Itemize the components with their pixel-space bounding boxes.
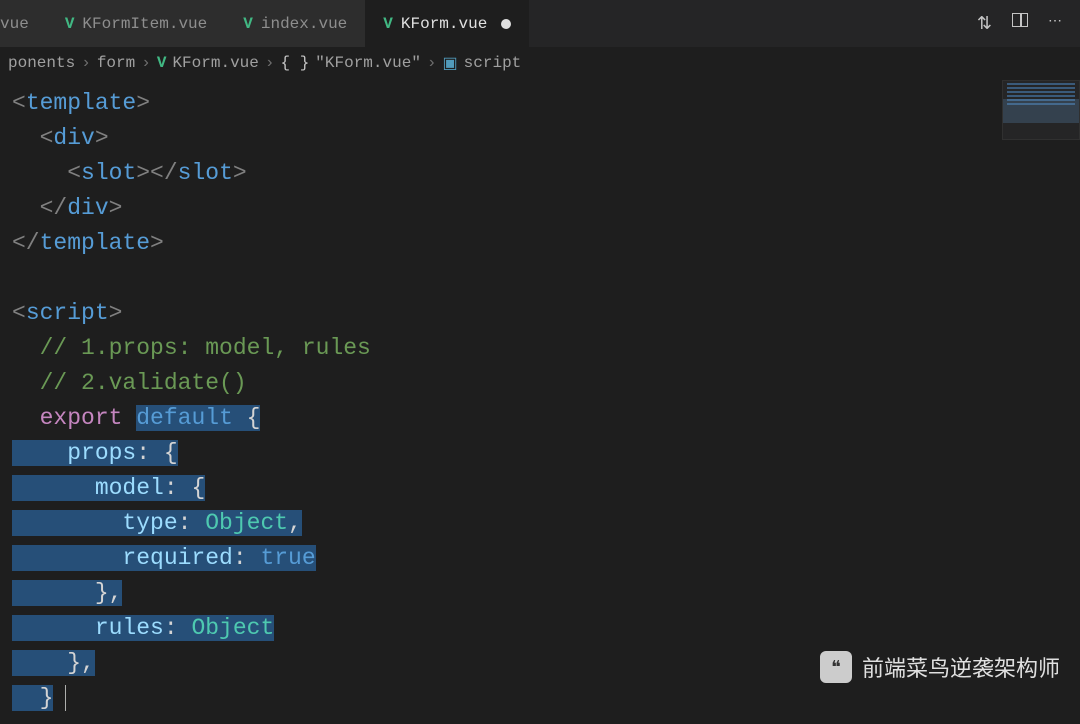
- code-line[interactable]: <template>: [12, 86, 1068, 121]
- code-line[interactable]: <script>: [12, 296, 1068, 331]
- code-line[interactable]: // 2.validate(): [12, 366, 1068, 401]
- code-line[interactable]: required: true: [12, 541, 1068, 576]
- breadcrumb-item[interactable]: ponents: [8, 54, 75, 72]
- tabs-container: vue V KFormItem.vue V index.vue V KForm.…: [0, 0, 959, 47]
- split-editor-icon[interactable]: [1012, 13, 1028, 27]
- code-line[interactable]: </div>: [12, 191, 1068, 226]
- tab-label: index.vue: [261, 15, 347, 33]
- dirty-indicator-icon: [501, 19, 511, 29]
- code-line[interactable]: export default {: [12, 401, 1068, 436]
- braces-icon: { }: [280, 54, 309, 72]
- tab-kform[interactable]: V KForm.vue: [365, 0, 529, 47]
- code-line[interactable]: type: Object,: [12, 506, 1068, 541]
- code-line[interactable]: model: {: [12, 471, 1068, 506]
- tab-actions: [959, 13, 1080, 35]
- code-line[interactable]: rules: Object: [12, 611, 1068, 646]
- code-line[interactable]: </template>: [12, 226, 1068, 261]
- code-line[interactable]: },: [12, 576, 1068, 611]
- vue-icon: V: [243, 15, 253, 33]
- tab-label: KForm.vue: [401, 15, 487, 33]
- code-line[interactable]: // 1.props: model, rules: [12, 331, 1068, 366]
- minimap[interactable]: [1002, 80, 1080, 140]
- code-line[interactable]: <slot></slot>: [12, 156, 1068, 191]
- code-line[interactable]: <div>: [12, 121, 1068, 156]
- breadcrumb-separator-icon: ›: [141, 54, 151, 72]
- tab-label: KFormItem.vue: [82, 15, 207, 33]
- source-control-icon[interactable]: [977, 13, 992, 35]
- breadcrumb: ponents › form › VKForm.vue › { }"KForm.…: [0, 48, 1080, 78]
- tab-index[interactable]: V index.vue: [225, 0, 365, 47]
- tab-kformitem[interactable]: V KFormItem.vue: [47, 0, 225, 47]
- vue-icon: V: [383, 15, 393, 33]
- vue-icon: V: [65, 15, 75, 33]
- breadcrumb-item[interactable]: { }"KForm.vue": [280, 54, 420, 72]
- more-actions-icon[interactable]: [1048, 13, 1062, 35]
- text-cursor-icon: [65, 685, 66, 711]
- vue-icon: V: [157, 54, 167, 72]
- watermark: ❝ 前端菜鸟逆袭架构师: [820, 651, 1060, 683]
- tab-vue[interactable]: vue: [0, 0, 47, 47]
- breadcrumb-separator-icon: ›: [265, 54, 275, 72]
- code-line[interactable]: [12, 261, 1068, 296]
- code-line[interactable]: }: [12, 681, 1068, 716]
- watermark-text: 前端菜鸟逆袭架构师: [862, 651, 1060, 683]
- breadcrumb-separator-icon: ›: [427, 54, 437, 72]
- module-icon: ▣: [443, 53, 458, 73]
- breadcrumb-separator-icon: ›: [81, 54, 91, 72]
- code-editor[interactable]: <template> <div> <slot></slot> </div></t…: [0, 78, 1080, 724]
- code-line[interactable]: props: {: [12, 436, 1068, 471]
- breadcrumb-item[interactable]: form: [97, 54, 135, 72]
- wechat-icon: ❝: [820, 651, 852, 683]
- breadcrumb-item[interactable]: ▣script: [443, 53, 522, 73]
- tab-label: vue: [0, 15, 29, 33]
- tab-bar: vue V KFormItem.vue V index.vue V KForm.…: [0, 0, 1080, 48]
- breadcrumb-item[interactable]: VKForm.vue: [157, 54, 259, 72]
